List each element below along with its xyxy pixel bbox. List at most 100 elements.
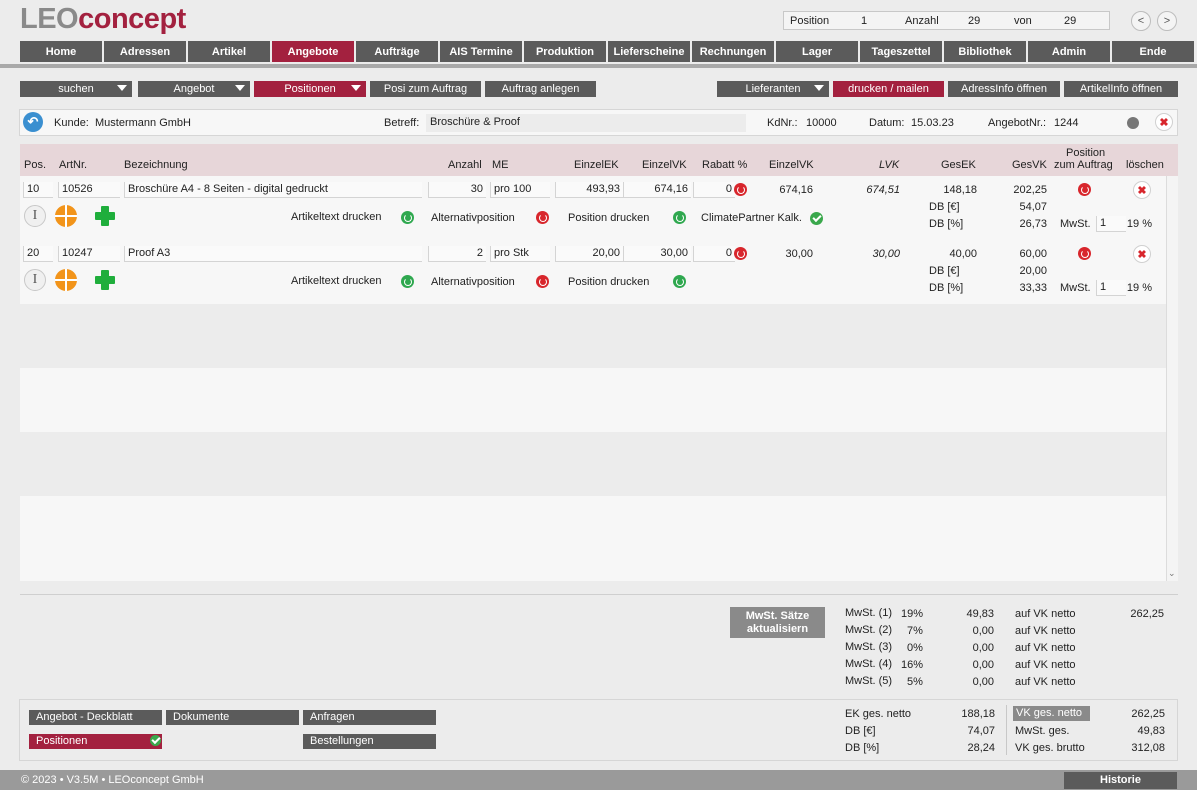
info-text-icon[interactable]: I xyxy=(24,205,46,227)
nav-lieferscheine[interactable]: Lieferscheine xyxy=(608,41,690,62)
nav-adressen[interactable]: Adressen xyxy=(104,41,186,62)
lieferanten-dropdown[interactable]: Lieferanten xyxy=(717,81,829,97)
alternativ-toggle[interactable] xyxy=(536,275,549,288)
empty-row xyxy=(20,496,1166,560)
back-icon[interactable]: ↶ xyxy=(23,112,43,132)
nav-ais-termine[interactable]: AIS Termine xyxy=(440,41,522,62)
posdrucken-label: Position drucken xyxy=(568,212,650,224)
pos-field[interactable]: 10 xyxy=(23,182,53,198)
nav-admin[interactable]: Admin xyxy=(1028,41,1110,62)
nav-ende[interactable]: Ende xyxy=(1112,41,1194,62)
artnr-field[interactable]: 10526 xyxy=(58,182,120,198)
dokumente-button[interactable]: Dokumente xyxy=(166,710,299,725)
mwst-label: MwSt. xyxy=(1060,282,1091,294)
rabatt-status-icon[interactable] xyxy=(734,247,747,260)
bezeichnung-field[interactable]: Proof A3 xyxy=(124,246,422,262)
db-eur-value: 20,00 xyxy=(1019,265,1047,277)
alternativ-toggle[interactable] xyxy=(536,211,549,224)
nav-artikel[interactable]: Artikel xyxy=(188,41,270,62)
artnr-field[interactable]: 10247 xyxy=(58,246,120,262)
anzahl-field[interactable]: 2 xyxy=(428,246,486,262)
nav-rechnungen[interactable]: Rechnungen xyxy=(692,41,774,62)
info-text-icon[interactable]: I xyxy=(24,269,46,291)
me-field[interactable]: pro Stk xyxy=(490,246,550,262)
col-anzahl: Anzahl xyxy=(448,159,482,171)
positions-table-header: Pos. ArtNr. Bezeichnung Anzahl ME Einzel… xyxy=(20,144,1178,176)
col-me: ME xyxy=(492,159,509,171)
posdrucken-toggle[interactable] xyxy=(673,275,686,288)
artikelinfo-button[interactable]: ArtikelInfo öffnen xyxy=(1064,81,1178,97)
nav-auftraege[interactable]: Aufträge xyxy=(356,41,438,62)
adressinfo-button[interactable]: AdressInfo öffnen xyxy=(948,81,1060,97)
einzelvk2-value: 30,00 xyxy=(785,248,813,260)
mwst-rate: 0% xyxy=(907,642,923,654)
db-pct-label: DB [%] xyxy=(929,218,964,230)
positionen-dropdown[interactable]: Positionen xyxy=(254,81,366,97)
nav-bibliothek[interactable]: Bibliothek xyxy=(944,41,1026,62)
auftrag-anlegen-button[interactable]: Auftrag anlegen xyxy=(485,81,596,97)
alternativ-label: Alternativposition xyxy=(431,212,515,224)
nav-tageszettel[interactable]: Tageszettel xyxy=(860,41,942,62)
mwst-update-button[interactable]: MwSt. Sätze aktualisiern xyxy=(730,607,825,638)
positionen-button[interactable]: Positionen xyxy=(29,734,162,749)
rabatt-field[interactable]: 0 xyxy=(693,246,735,262)
delete-row-icon[interactable]: ✖ xyxy=(1133,245,1151,263)
bestellungen-button[interactable]: Bestellungen xyxy=(303,734,436,749)
einzelvk-field[interactable]: 30,00 xyxy=(623,246,691,262)
drucken-mailen-button[interactable]: drucken / mailen xyxy=(833,81,944,97)
nav-home[interactable]: Home xyxy=(20,41,102,62)
mwst-code-field[interactable]: 1 xyxy=(1096,280,1126,296)
anzahl-field[interactable]: 30 xyxy=(428,182,486,198)
artikeltext-toggle[interactable] xyxy=(401,211,414,224)
pos-zum-auftrag-icon[interactable] xyxy=(1078,183,1091,196)
pos-field[interactable]: 20 xyxy=(23,246,53,262)
mwst-rate: 7% xyxy=(907,625,923,637)
einzelek-field[interactable]: 493,93 xyxy=(555,182,623,198)
next-record-button[interactable]: > xyxy=(1157,11,1177,31)
betreff-label: Betreff: xyxy=(384,117,420,129)
historie-button[interactable]: Historie xyxy=(1064,772,1177,789)
add-position-icon[interactable] xyxy=(94,269,116,291)
posi-zum-auftrag-button[interactable]: Posi zum Auftrag xyxy=(370,81,481,97)
artikeltext-toggle[interactable] xyxy=(401,275,414,288)
db-pct-value: 33,33 xyxy=(1019,282,1047,294)
anfragen-button[interactable]: Anfragen xyxy=(303,710,436,725)
empty-row xyxy=(20,432,1166,496)
delete-row-icon[interactable]: ✖ xyxy=(1133,181,1151,199)
nav-produktion[interactable]: Produktion xyxy=(524,41,606,62)
vk-brutto-value: 312,08 xyxy=(1131,742,1165,754)
nav-lager[interactable]: Lager xyxy=(776,41,858,62)
col-lvk: LVK xyxy=(879,159,900,171)
col-gesek: GesEK xyxy=(941,159,976,171)
offer-info-bar: ↶ Kunde: Mustermann GmbH Betreff: Brosch… xyxy=(19,109,1178,136)
rabatt-field[interactable]: 0 xyxy=(693,182,735,198)
calculation-icon[interactable] xyxy=(55,269,77,291)
pos-zum-auftrag-icon[interactable] xyxy=(1078,247,1091,260)
prev-record-button[interactable]: < xyxy=(1131,11,1151,31)
rabatt-status-icon[interactable] xyxy=(734,183,747,196)
mwst-basis: auf VK netto xyxy=(1015,676,1076,688)
mwst-label: MwSt. (1) xyxy=(845,607,893,619)
einzelvk-field[interactable]: 674,16 xyxy=(623,182,691,198)
main-nav: Home Adressen Artikel Angebote Aufträge … xyxy=(20,41,1194,62)
me-field[interactable]: pro 100 xyxy=(490,182,550,198)
einzelek-field[interactable]: 20,00 xyxy=(555,246,623,262)
mwst-label: MwSt. (2) xyxy=(845,624,893,636)
scroll-down-icon[interactable]: ⌄ xyxy=(1168,568,1176,579)
angebot-dropdown[interactable]: Angebot xyxy=(138,81,250,97)
bezeichnung-field[interactable]: Broschüre A4 - 8 Seiten - digital gedruc… xyxy=(124,182,422,198)
search-dropdown[interactable]: suchen xyxy=(20,81,132,97)
mwst-label: MwSt. (4) xyxy=(845,658,893,670)
deckblatt-button[interactable]: Angebot - Deckblatt xyxy=(29,710,162,725)
add-position-icon[interactable] xyxy=(94,205,116,227)
mwst-rate: 19% xyxy=(901,608,924,620)
mwst-code-field[interactable]: 1 xyxy=(1096,216,1126,232)
angebotnr-value: 1244 xyxy=(1054,117,1079,129)
mwst-basis: auf VK netto xyxy=(1015,659,1076,671)
calculation-icon[interactable] xyxy=(55,205,77,227)
table-scrollbar[interactable]: ⌄ xyxy=(1166,176,1178,581)
close-icon[interactable]: ✖ xyxy=(1155,113,1173,131)
check-icon[interactable] xyxy=(810,212,823,225)
posdrucken-toggle[interactable] xyxy=(673,211,686,224)
nav-angebote[interactable]: Angebote xyxy=(272,41,354,62)
